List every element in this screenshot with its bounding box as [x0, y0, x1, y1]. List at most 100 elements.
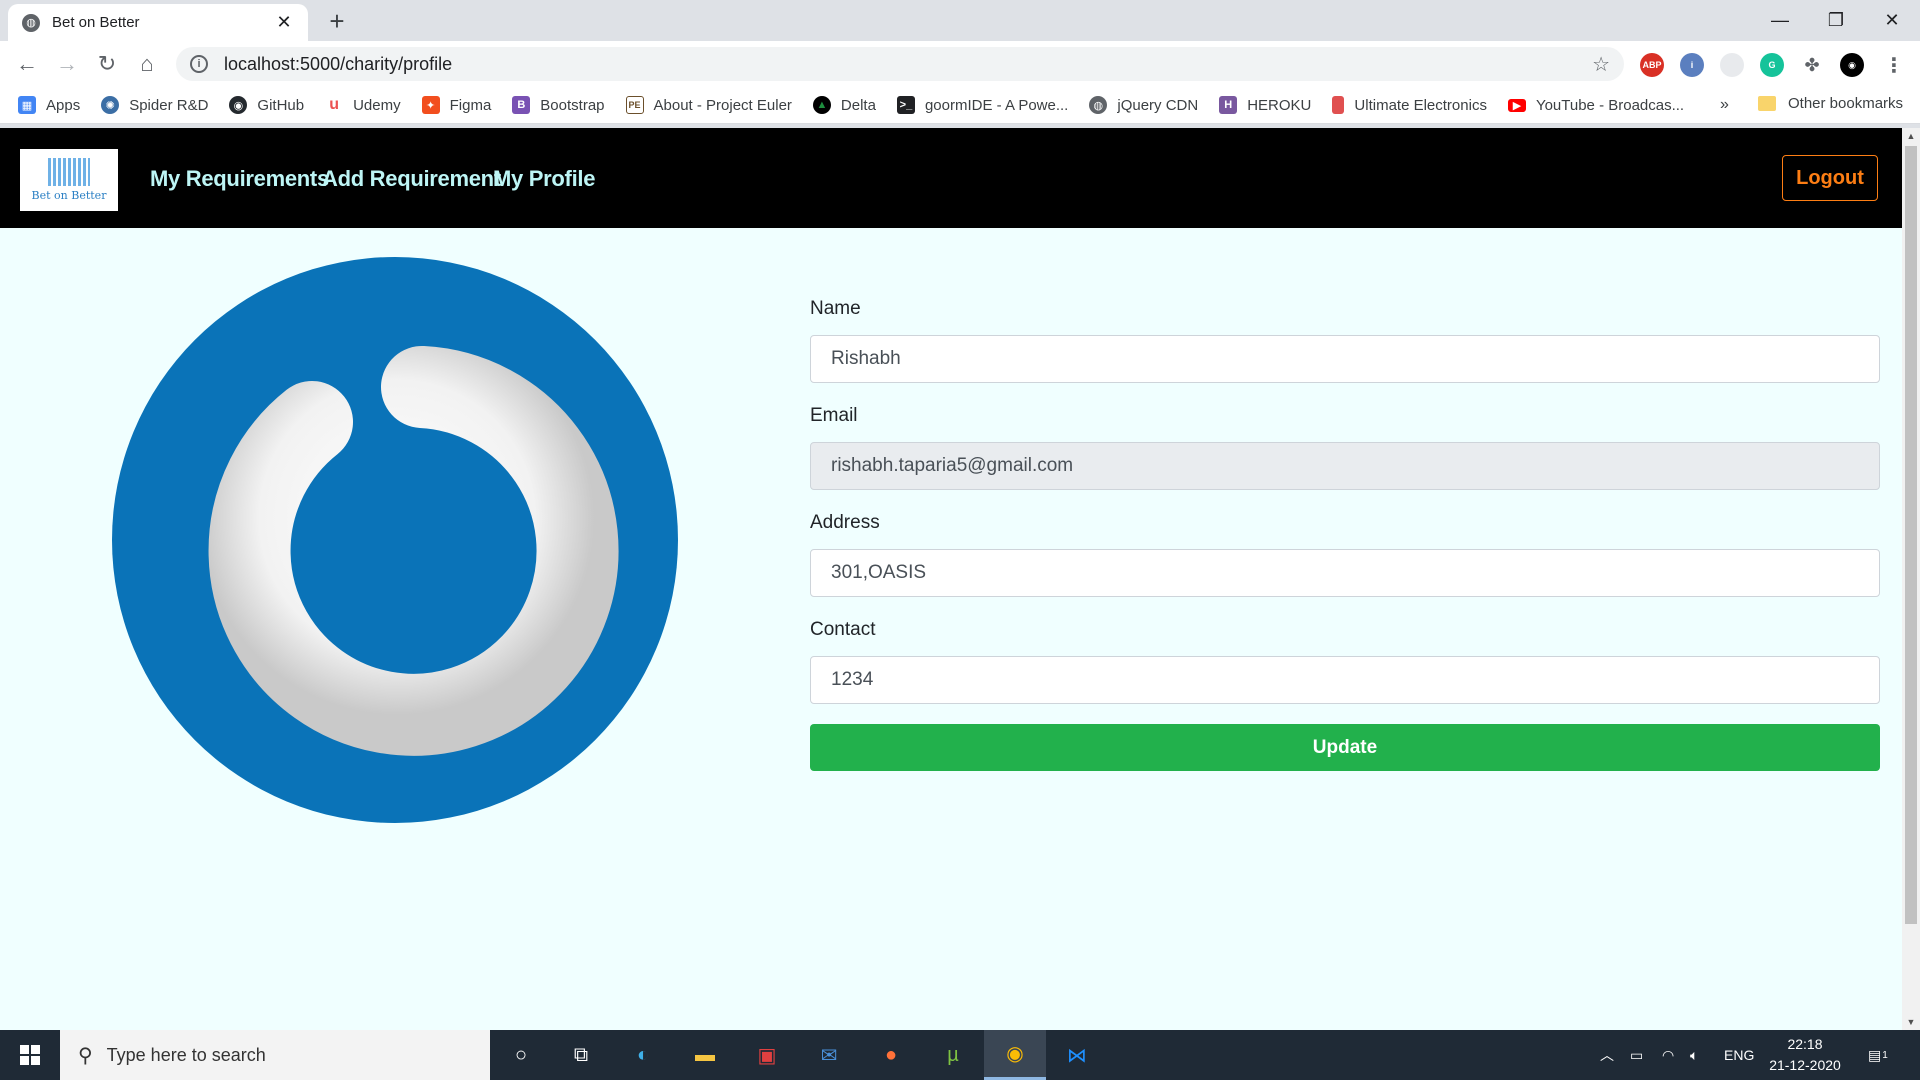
volume-icon[interactable]: 🔈︎	[1690, 1030, 1698, 1080]
bookmark-bootstrap[interactable]: B Bootstrap	[512, 96, 605, 114]
tab-strip: ◍ Bet on Better ✕ + — ❐ ✕	[0, 0, 1920, 41]
scroll-up-icon[interactable]: ▲	[1902, 128, 1920, 144]
windows-logo-icon	[20, 1045, 40, 1065]
message-icon: ▤	[1868, 1046, 1882, 1063]
nav-my-profile[interactable]: My Profile	[493, 166, 595, 192]
file-explorer-icon[interactable]: ▬	[674, 1030, 736, 1080]
logout-button[interactable]: Logout	[1782, 155, 1878, 201]
firefox-icon[interactable]: ●	[860, 1030, 922, 1080]
page-scrollbar[interactable]: ▲ ▼	[1902, 128, 1920, 1030]
page-viewport: Bet on Better My Requirements Add Requir…	[0, 128, 1902, 1030]
github-icon: ◉	[229, 96, 248, 114]
browser-tab[interactable]: ◍ Bet on Better ✕	[8, 4, 308, 41]
extension-blank-icon[interactable]	[1720, 53, 1744, 77]
contact-label: Contact	[810, 619, 876, 640]
scrollbar-thumb[interactable]	[1905, 146, 1917, 924]
extensions-puzzle-icon[interactable]: ✤	[1800, 53, 1824, 77]
site-logo[interactable]: Bet on Better	[20, 149, 118, 211]
bookmark-apps[interactable]: ▦ Apps	[18, 96, 80, 114]
wifi-icon[interactable]: ◠	[1662, 1030, 1674, 1080]
restore-button[interactable]: ❐	[1808, 0, 1864, 41]
bookmark-delta[interactable]: ▲ Delta	[812, 96, 876, 114]
search-icon: ⚲	[78, 1044, 93, 1067]
bookmark-goorm[interactable]: >_ goormIDE - A Powe...	[896, 96, 1068, 114]
chrome-menu-icon[interactable]: ⋮	[1882, 53, 1906, 77]
profile-avatar[interactable]: ◉	[1840, 53, 1864, 77]
browser-toolbar: ← → ↻ ⌂ i localhost:5000/charity/profile…	[0, 41, 1920, 87]
logo-text: Bet on Better	[31, 189, 107, 202]
building-logo-icon	[48, 158, 90, 186]
close-tab-icon[interactable]: ✕	[274, 12, 294, 33]
bookmark-figma[interactable]: ✦ Figma	[421, 96, 491, 114]
email-label: Email	[810, 405, 858, 426]
bookmark-udemy[interactable]: u Udemy	[325, 96, 400, 114]
cortana-icon[interactable]: ○	[490, 1030, 552, 1080]
taskbar-search[interactable]: ⚲ Type here to search	[60, 1030, 490, 1080]
heroku-icon: H	[1219, 96, 1238, 114]
utorrent-icon[interactable]: µ	[922, 1030, 984, 1080]
grammarly-icon[interactable]: G	[1760, 53, 1784, 77]
more-bookmarks-chevron-icon[interactable]: »	[1720, 96, 1729, 114]
globe-icon: ◍	[1089, 96, 1108, 114]
search-placeholder: Type here to search	[106, 1044, 266, 1065]
adblock-extension-icon[interactable]: ABP	[1640, 53, 1664, 77]
tab-title: Bet on Better	[52, 14, 140, 31]
home-icon[interactable]: ⌂	[132, 49, 162, 79]
clock-date: 21-12-2020	[1769, 1057, 1841, 1073]
address-bar[interactable]: i localhost:5000/charity/profile ☆	[176, 47, 1624, 81]
minimize-button[interactable]: —	[1752, 0, 1808, 41]
bookmark-youtube[interactable]: ▶ YouTube - Broadcas...	[1507, 97, 1684, 114]
globe-icon: ◍	[22, 13, 40, 32]
name-label: Name	[810, 298, 861, 319]
extension-icon[interactable]: i	[1680, 53, 1704, 77]
show-hidden-icons-icon[interactable]: ︿	[1600, 1030, 1614, 1080]
other-bookmarks[interactable]: Other bookmarks	[1758, 95, 1903, 112]
bookmark-heroku[interactable]: H HEROKU	[1219, 96, 1311, 114]
start-button[interactable]	[0, 1030, 60, 1080]
bookmark-electronics[interactable]: Ultimate Electronics	[1332, 96, 1487, 114]
bookmark-jquery[interactable]: ◍ jQuery CDN	[1089, 96, 1198, 114]
new-tab-button[interactable]: +	[322, 6, 352, 36]
gift-app-icon[interactable]: ▣	[736, 1030, 798, 1080]
address-input[interactable]: 301,OASIS	[810, 549, 1880, 597]
contact-input[interactable]: 1234	[810, 656, 1880, 704]
bookmark-star-icon[interactable]: ☆	[1592, 52, 1610, 77]
scroll-down-icon[interactable]: ▼	[1902, 1014, 1920, 1030]
address-label: Address	[810, 512, 880, 533]
edge-icon[interactable]: ◐	[612, 1030, 674, 1080]
site-info-icon[interactable]: i	[190, 55, 208, 73]
bookmarks-bar: ▦ Apps ✺ Spider R&D ◉ GitHub u Udemy ✦ Figma …	[0, 87, 1920, 124]
bookmark-spider[interactable]: ✺ Spider R&D	[101, 96, 208, 114]
nav-my-requirements[interactable]: My Requirements	[150, 166, 329, 192]
site-navbar: Bet on Better My Requirements Add Requir…	[0, 128, 1902, 228]
terminal-icon: >_	[896, 96, 915, 114]
mail-icon[interactable]: ✉	[798, 1030, 860, 1080]
reload-icon[interactable]: ↻	[92, 49, 122, 79]
euler-icon: PE	[625, 96, 644, 114]
system-clock[interactable]: 22:18 21-12-2020	[1760, 1034, 1850, 1076]
battery-icon[interactable]: ▭	[1630, 1030, 1643, 1080]
nav-add-requirement[interactable]: Add Requirement	[322, 166, 501, 192]
electronics-icon	[1332, 96, 1345, 114]
name-input[interactable]: Rishabh	[810, 335, 1880, 383]
clock-time: 22:18	[1787, 1036, 1823, 1052]
bookmark-euler[interactable]: PE About - Project Euler	[625, 96, 792, 114]
back-arrow-icon[interactable]: ←	[12, 49, 42, 79]
windows-taskbar: ⚲ Type here to search ○ ⧉ ◐ ▬ ▣ ✉ ● µ ◉ …	[0, 1030, 1920, 1080]
spider-icon: ✺	[101, 96, 120, 114]
task-view-icon[interactable]: ⧉	[550, 1030, 612, 1080]
chrome-taskbar-icon[interactable]: ◉	[984, 1030, 1046, 1080]
forward-arrow-icon[interactable]: →	[52, 49, 82, 79]
update-button[interactable]: Update	[810, 724, 1880, 771]
bookmark-github[interactable]: ◉ GitHub	[229, 96, 304, 114]
language-indicator[interactable]: ENG	[1724, 1030, 1754, 1080]
email-input: rishabh.taparia5@gmail.com	[810, 442, 1880, 490]
delta-icon: ▲	[812, 96, 831, 114]
vscode-icon[interactable]: ⋈	[1046, 1030, 1108, 1080]
folder-icon	[1758, 96, 1776, 111]
notification-center-icon[interactable]: ▤ 1	[1868, 1030, 1888, 1080]
close-window-button[interactable]: ✕	[1864, 0, 1920, 41]
apps-grid-icon: ▦	[18, 96, 36, 114]
power-icon	[208, 346, 619, 756]
url-text[interactable]: localhost:5000/charity/profile	[224, 54, 1592, 75]
